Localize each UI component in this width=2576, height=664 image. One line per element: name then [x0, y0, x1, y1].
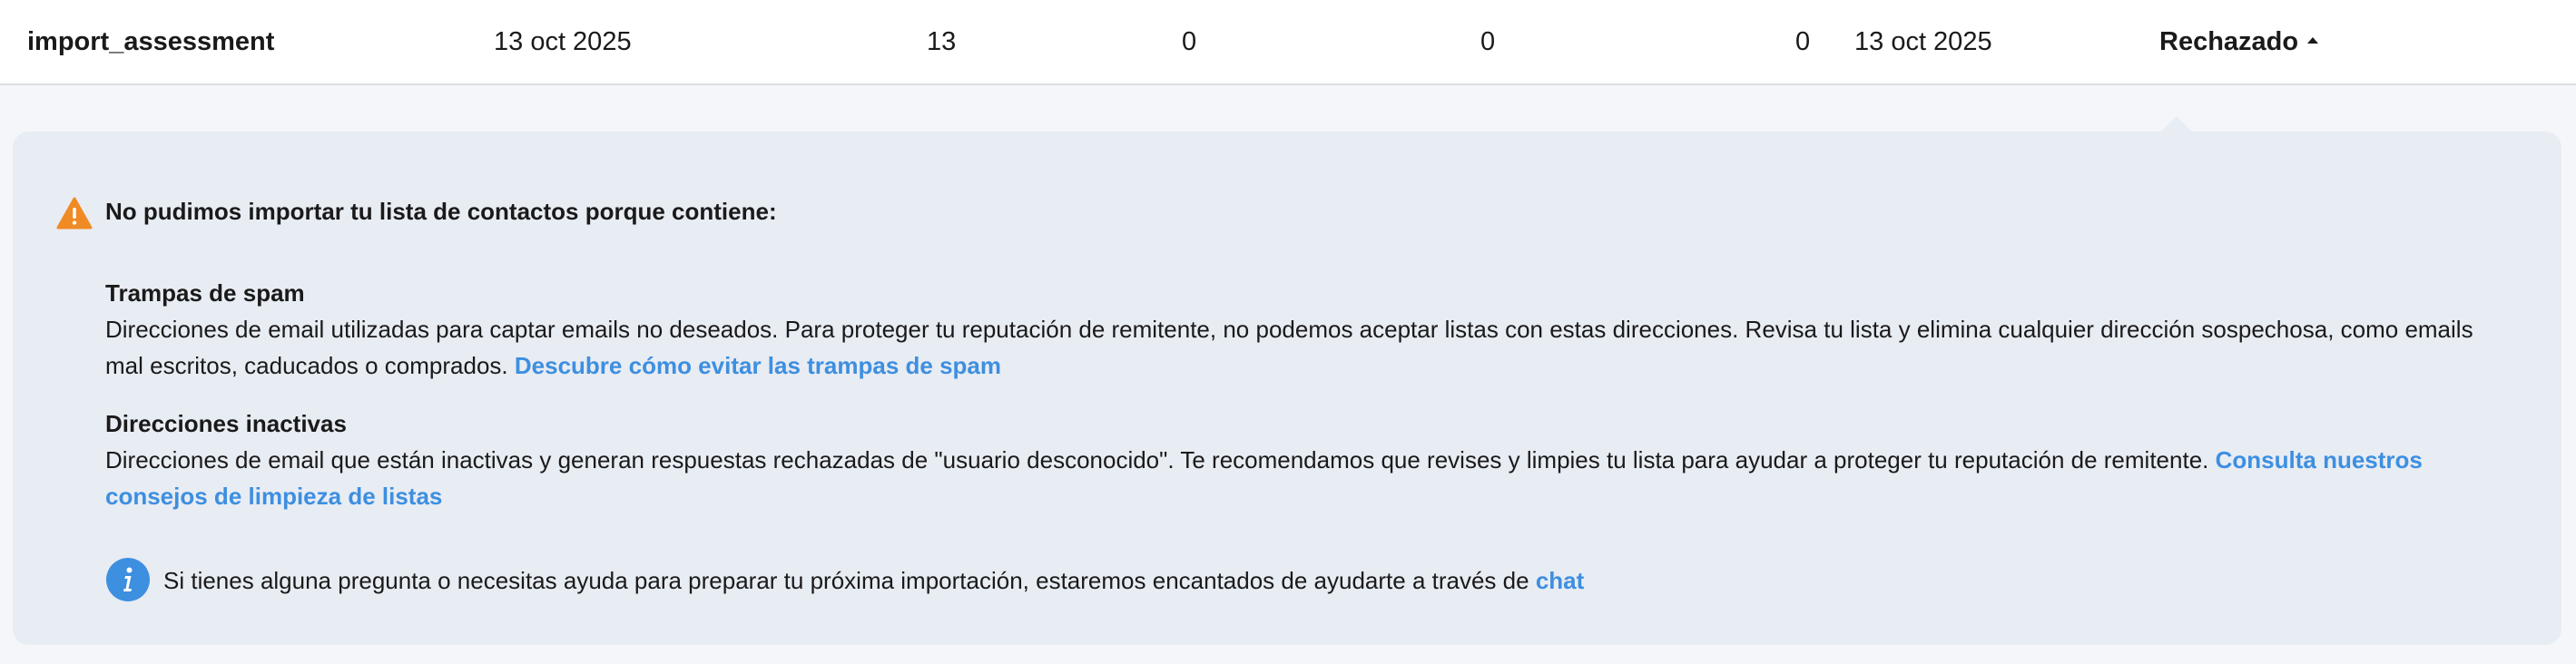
inactive-addresses-section: Direcciones inactivas Direcciones de ema…: [105, 405, 2502, 514]
status-label: Rechazado: [2159, 27, 2299, 56]
count-cell-1: 13: [927, 27, 957, 56]
import-name-cell: import_assessment: [27, 27, 275, 56]
count-cell-3: 0: [1480, 27, 1496, 56]
count-cell-2: 0: [1182, 27, 1197, 56]
chat-link[interactable]: chat: [1536, 567, 1584, 594]
status-toggle[interactable]: Rechazado: [2159, 0, 2319, 83]
help-message: Si tienes alguna pregunta o necesitas ay…: [163, 562, 1584, 599]
spam-traps-description: Direcciones de email utilizadas para cap…: [105, 311, 2502, 384]
inactive-addresses-description: Direcciones de email que están inactivas…: [105, 442, 2502, 514]
date-created-cell: 13 oct 2025: [494, 27, 632, 56]
inactive-addresses-body: Direcciones de email que están inactivas…: [105, 446, 2209, 474]
spam-traps-body: Direcciones de email utilizadas para cap…: [105, 316, 2473, 379]
caret-up-icon: [2307, 36, 2319, 44]
spam-traps-section: Trampas de spam Direcciones de email uti…: [105, 275, 2502, 384]
inactive-addresses-title: Direcciones inactivas: [105, 410, 347, 437]
date-updated-cell: 13 oct 2025: [1854, 27, 1992, 56]
import-table-row: import_assessment 13 oct 2025 13 0 0 0 1…: [0, 0, 2576, 85]
warning-icon: [56, 197, 93, 229]
spam-traps-link[interactable]: Descubre cómo evitar las trampas de spam: [515, 352, 1001, 379]
info-icon: [106, 558, 150, 601]
help-text: Si tienes alguna pregunta o necesitas ay…: [163, 567, 1529, 594]
rejection-title: No pudimos importar tu lista de contacto…: [105, 198, 777, 225]
panel-pointer: [2161, 116, 2192, 132]
spam-traps-title: Trampas de spam: [105, 279, 305, 307]
count-cell-4: 0: [1795, 27, 1811, 56]
